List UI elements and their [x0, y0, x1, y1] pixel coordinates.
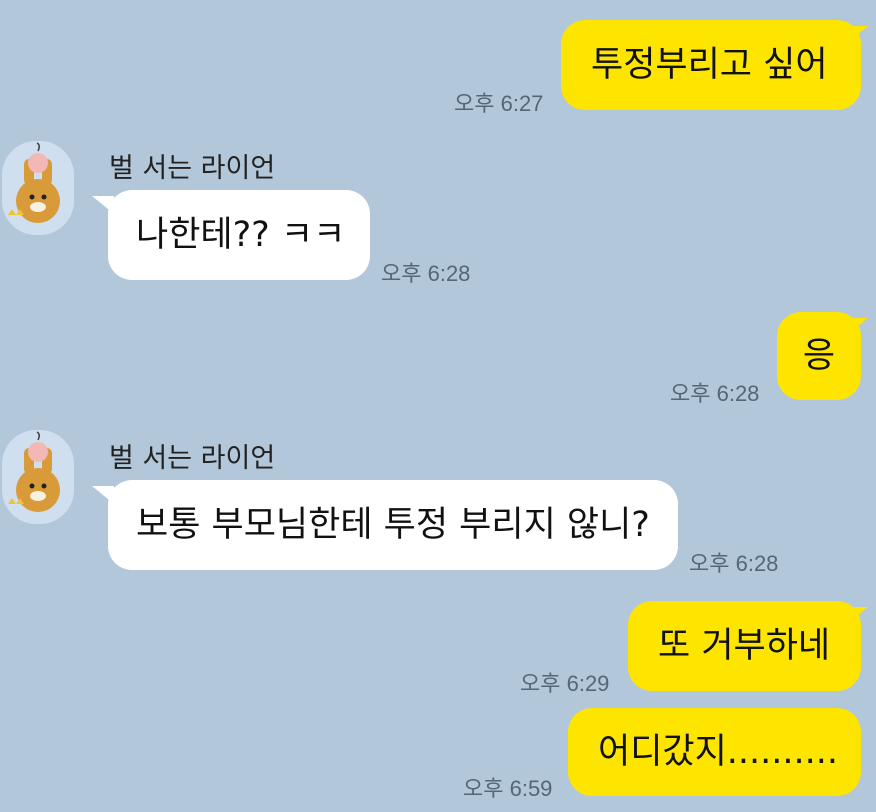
sender-name: 벌 서는 라이언 — [109, 443, 276, 474]
message-text: 나한테?? ㅋㅋ — [136, 214, 346, 255]
bubble-tail — [846, 607, 868, 625]
bubble-tail — [92, 196, 114, 214]
message-bubble-theirs[interactable]: 나한테?? ㅋㅋ — [108, 190, 370, 280]
avatar[interactable] — [2, 430, 74, 524]
message-text: 보통 부모님한테 투정 부리지 않니? — [136, 504, 650, 545]
message-text: 또 거부하네 — [658, 625, 831, 666]
message-bubble-mine[interactable]: 또 거부하네 — [628, 601, 861, 691]
message-bubble-theirs[interactable]: 보통 부모님한테 투정 부리지 않니? — [108, 480, 678, 570]
message-time: 오후 6:28 — [670, 381, 760, 406]
message-time: 오후 6:29 — [520, 671, 610, 696]
ryan-punishment-icon — [8, 431, 60, 512]
avatar[interactable] — [2, 141, 74, 235]
message-text: 응 — [802, 335, 836, 376]
ryan-punishment-icon — [8, 142, 60, 223]
sender-name: 벌 서는 라이언 — [109, 153, 276, 184]
message-time: 오후 6:28 — [689, 551, 779, 576]
bubble-tail — [846, 26, 868, 44]
bubble-tail — [846, 318, 868, 336]
message-bubble-mine[interactable]: 어디갔지.......... — [568, 708, 861, 796]
bubble-tail — [92, 486, 114, 504]
message-time: 오후 6:27 — [454, 91, 544, 116]
message-time: 오후 6:59 — [463, 776, 553, 801]
message-text: 투정부리고 싶어 — [591, 44, 828, 85]
message-time: 오후 6:28 — [381, 261, 471, 286]
message-bubble-mine[interactable]: 투정부리고 싶어 — [561, 20, 861, 110]
message-text: 어디갔지.......... — [598, 731, 839, 772]
